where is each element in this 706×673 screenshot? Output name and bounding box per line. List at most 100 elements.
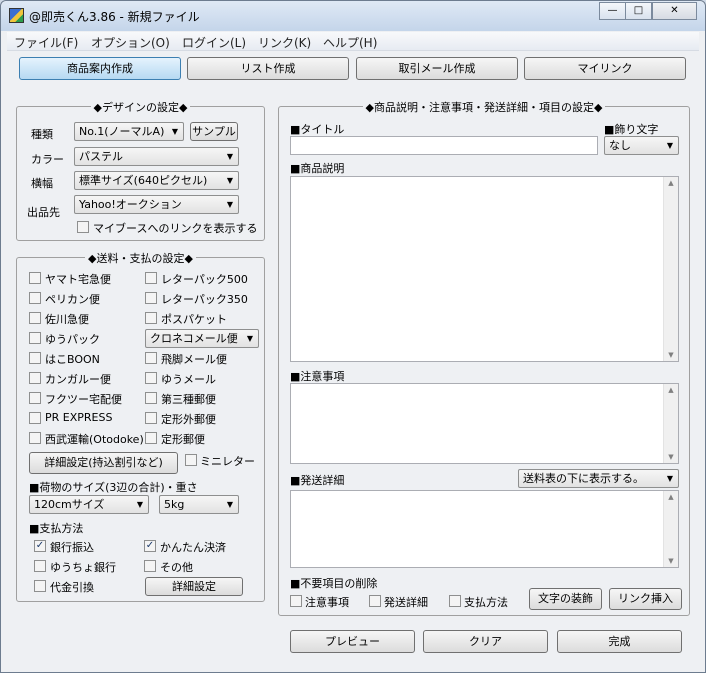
preview-button[interactable]: プレビュー bbox=[290, 630, 415, 653]
ship-nonstandard-label: 定形外郵便 bbox=[161, 413, 216, 426]
sample-button[interactable]: サンプル bbox=[190, 122, 238, 141]
ship-hakoboon-checkbox[interactable] bbox=[29, 352, 41, 364]
pay-yucho-checkbox[interactable] bbox=[34, 560, 46, 572]
pay-other-checkbox[interactable] bbox=[144, 560, 156, 572]
ship-pelican-label: ペリカン便 bbox=[45, 293, 100, 306]
notes-textarea[interactable]: ▲ ▼ bbox=[290, 383, 679, 464]
remove-pay-checkbox[interactable] bbox=[449, 595, 461, 607]
pay-easy-checkbox[interactable]: ✓ bbox=[144, 540, 156, 552]
ship-position-select[interactable]: 送料表の下に表示する。 ▼ bbox=[518, 469, 679, 488]
ship-sagawa-checkbox[interactable] bbox=[29, 312, 41, 324]
menu-link[interactable]: リンク(K) bbox=[258, 34, 311, 51]
kind-label: 種類 bbox=[31, 128, 53, 141]
kind-value: No.1(ノーマルA) bbox=[79, 125, 165, 138]
payment-detail-button[interactable]: 詳細設定 bbox=[145, 577, 243, 596]
menu-bar: ファイル(F) オプション(O) ログイン(L) リンク(K) ヘルプ(H) bbox=[7, 32, 699, 51]
notes-scrollbar[interactable]: ▲ ▼ bbox=[663, 384, 678, 463]
scroll-down-icon[interactable]: ▼ bbox=[664, 453, 678, 461]
ship-yamato-checkbox[interactable] bbox=[29, 272, 41, 284]
menu-login[interactable]: ログイン(L) bbox=[182, 34, 246, 51]
ship-third-class-checkbox[interactable] bbox=[145, 392, 157, 404]
tab-list[interactable]: リスト作成 bbox=[187, 57, 349, 80]
ship-hikyaku-checkbox[interactable] bbox=[145, 352, 157, 364]
shipping-detail-button[interactable]: 詳細設定(持込割引など) bbox=[29, 452, 178, 474]
title-input[interactable] bbox=[290, 136, 598, 155]
ship-hakoboon-label: はこBOON bbox=[45, 353, 100, 366]
kind-select[interactable]: No.1(ノーマルA) ▼ bbox=[74, 122, 184, 141]
size-label: ■荷物のサイズ(3辺の合計)・重さ bbox=[29, 481, 198, 494]
scroll-up-icon[interactable]: ▲ bbox=[664, 493, 678, 501]
desc-label: ■商品説明 bbox=[290, 162, 345, 175]
pay-easy-label: かんたん決済 bbox=[160, 541, 226, 554]
remove-notes-checkbox[interactable] bbox=[290, 595, 302, 607]
clear-button[interactable]: クリア bbox=[423, 630, 548, 653]
mybooth-checkbox[interactable] bbox=[77, 221, 89, 233]
ship-yupack-checkbox[interactable] bbox=[29, 332, 41, 344]
minimize-button[interactable]: — bbox=[599, 2, 626, 20]
chevron-down-icon: ▼ bbox=[226, 176, 233, 185]
ship-standard-checkbox[interactable] bbox=[145, 432, 157, 444]
close-button[interactable]: ✕ bbox=[652, 2, 697, 20]
pay-bank-label: 銀行振込 bbox=[50, 541, 94, 554]
width-select[interactable]: 標準サイズ(640ピクセル) ▼ bbox=[74, 171, 239, 190]
tab-trade-mail[interactable]: 取引メール作成 bbox=[356, 57, 518, 80]
remove-ship-label: 発送詳細 bbox=[384, 596, 428, 609]
ship-seibu-checkbox[interactable] bbox=[29, 432, 41, 444]
mail-service-select[interactable]: クロネコメール便 ▼ bbox=[145, 329, 259, 348]
scroll-down-icon[interactable]: ▼ bbox=[664, 351, 678, 359]
tab-my-link[interactable]: マイリンク bbox=[524, 57, 686, 80]
title-bar: @即売くん3.86 - 新規ファイル — □ ✕ bbox=[1, 1, 705, 31]
ship-detail-textarea[interactable]: ▲ ▼ bbox=[290, 490, 679, 568]
decor-select[interactable]: なし ▼ bbox=[604, 136, 679, 155]
ship-letterpack350-checkbox[interactable] bbox=[145, 292, 157, 304]
app-icon bbox=[9, 8, 24, 23]
scroll-up-icon[interactable]: ▲ bbox=[664, 179, 678, 187]
ship-fukutsu-checkbox[interactable] bbox=[29, 392, 41, 404]
shipping-group-title: ◆送料・支払の設定◆ bbox=[85, 252, 196, 265]
link-insert-button[interactable]: リンク挿入 bbox=[609, 588, 682, 610]
color-label: カラー bbox=[31, 153, 64, 166]
ship-kangaroo-checkbox[interactable] bbox=[29, 372, 41, 384]
design-group-title: ◆デザインの設定◆ bbox=[90, 101, 191, 114]
ship-pospacket-label: ポスパケット bbox=[161, 313, 227, 326]
scroll-up-icon[interactable]: ▲ bbox=[664, 386, 678, 394]
menu-help[interactable]: ヘルプ(H) bbox=[323, 34, 377, 51]
ship-pospacket-checkbox[interactable] bbox=[145, 312, 157, 324]
ship-hikyaku-label: 飛脚メール便 bbox=[161, 353, 227, 366]
remove-ship-checkbox[interactable] bbox=[369, 595, 381, 607]
maximize-button[interactable]: □ bbox=[625, 2, 652, 20]
ship-fukutsu-label: フクツー宅配便 bbox=[45, 393, 122, 406]
complete-button[interactable]: 完成 bbox=[557, 630, 682, 653]
ship-pelican-checkbox[interactable] bbox=[29, 292, 41, 304]
remove-label: ■不要項目の削除 bbox=[290, 577, 378, 590]
size-select[interactable]: 120cmサイズ ▼ bbox=[29, 495, 149, 514]
ship-third-class-label: 第三種郵便 bbox=[161, 393, 216, 406]
ship-prexpress-label: PR EXPRESS bbox=[45, 411, 113, 424]
pay-cod-checkbox[interactable] bbox=[34, 580, 46, 592]
text-decoration-button[interactable]: 文字の装飾 bbox=[529, 588, 602, 610]
main-window: @即売くん3.86 - 新規ファイル — □ ✕ ファイル(F) オプション(O… bbox=[0, 0, 706, 673]
ship-nonstandard-checkbox[interactable] bbox=[145, 412, 157, 424]
chevron-down-icon: ▼ bbox=[226, 200, 233, 209]
ship-yupack-label: ゆうパック bbox=[45, 333, 100, 346]
menu-options[interactable]: オプション(O) bbox=[91, 34, 170, 51]
description-textarea[interactable]: ▲ ▼ bbox=[290, 176, 679, 362]
chevron-down-icon: ▼ bbox=[246, 334, 253, 343]
site-select[interactable]: Yahoo!オークション ▼ bbox=[74, 195, 239, 214]
weight-select[interactable]: 5kg ▼ bbox=[159, 495, 239, 514]
ship-position-value: 送料表の下に表示する。 bbox=[523, 472, 644, 485]
decor-value: なし bbox=[609, 139, 631, 152]
ship-letterpack500-checkbox[interactable] bbox=[145, 272, 157, 284]
ship-detail-scrollbar[interactable]: ▲ ▼ bbox=[663, 491, 678, 567]
tab-product-info[interactable]: 商品案内作成 bbox=[19, 57, 181, 80]
ship-yumail-checkbox[interactable] bbox=[145, 372, 157, 384]
color-select[interactable]: パステル ▼ bbox=[74, 147, 239, 166]
description-scrollbar[interactable]: ▲ ▼ bbox=[663, 177, 678, 361]
pay-bank-checkbox[interactable]: ✓ bbox=[34, 540, 46, 552]
remove-notes-label: 注意事項 bbox=[305, 596, 349, 609]
menu-file[interactable]: ファイル(F) bbox=[14, 34, 78, 51]
scroll-down-icon[interactable]: ▼ bbox=[664, 557, 678, 565]
mail-service-value: クロネコメール便 bbox=[150, 332, 238, 345]
mini-letter-checkbox[interactable] bbox=[185, 454, 197, 466]
ship-prexpress-checkbox[interactable] bbox=[29, 412, 41, 424]
